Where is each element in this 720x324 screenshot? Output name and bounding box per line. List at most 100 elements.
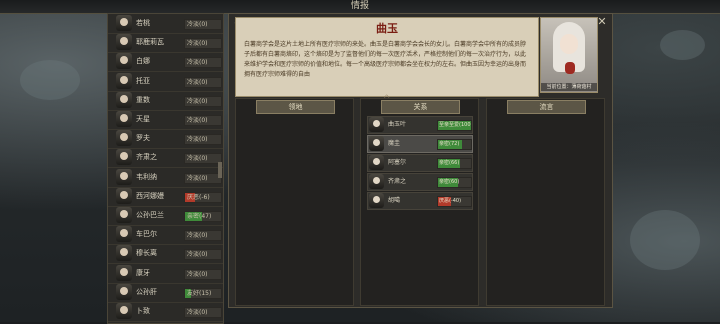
portrait-blood-mark	[565, 62, 575, 74]
relation-text: 冷淡(0)	[187, 155, 208, 163]
relation-text: 亲密(72)	[439, 141, 460, 147]
relation-text: 冷淡(0)	[187, 309, 208, 316]
relation-badge: 冷淡(0)	[184, 172, 222, 184]
character-list[interactable]: 若桃 冷淡(0) 耶鹿莉瓦 冷淡(0) 白娜 冷淡(0) 托亚 冷淡(0) 重数 冷淡(0) 天星冷…	[107, 13, 224, 324]
snow-patch	[660, 30, 705, 60]
avatar-face	[120, 229, 128, 238]
avatar-face	[373, 177, 380, 184]
character-name: 曲玉	[376, 22, 398, 35]
relation-badge: 冷淡(0)	[184, 230, 222, 242]
relation-text: 厌恶(-6)	[187, 193, 210, 201]
relation-badge: 冷淡(0)	[184, 153, 222, 165]
relation-text: 冷淡(0)	[187, 232, 208, 240]
list-item[interactable]: 托亚 冷淡(0)	[108, 72, 223, 92]
close-icon[interactable]: ✕	[596, 16, 608, 28]
snow-patch	[630, 210, 700, 270]
list-item[interactable]: 穆长离 冷淡(0)	[108, 244, 223, 265]
avatar-face	[120, 306, 128, 314]
list-item[interactable]: 若桃 冷淡(0)	[108, 14, 223, 34]
relation-name: 胡噶	[388, 197, 401, 204]
land-header[interactable]: 领地	[256, 100, 335, 114]
avatar	[116, 303, 132, 319]
relation-text: 友好(15)	[187, 289, 212, 297]
avatar-face	[120, 267, 128, 276]
avatar	[116, 168, 132, 185]
list-item-name: 公孙肝	[136, 287, 157, 296]
relation-text: 冷淡(0)	[187, 270, 208, 278]
snow-patch	[20, 60, 80, 100]
character-portrait: 当前位置：薄荷菇村	[540, 17, 598, 93]
list-item[interactable]: 公孙巴兰 亲密(47)	[108, 206, 223, 226]
window-title: 情报	[350, 1, 369, 11]
list-item[interactable]: 重数 冷淡(0)	[108, 91, 223, 111]
list-item[interactable]: 齐肃之 冷淡(0)	[108, 148, 223, 169]
list-item-name: 西河娜嫚	[136, 191, 164, 200]
relation-badge: 亲密(72)	[437, 139, 472, 150]
relation-text: 冷淡(0)	[187, 136, 208, 144]
avatar-face	[120, 210, 128, 218]
list-item-name: 白娜	[136, 57, 150, 66]
relation-badge: 冷淡(0)	[184, 134, 222, 146]
relations-header[interactable]: 关系	[381, 100, 460, 114]
relation-badge: 冷淡(0)	[184, 307, 222, 318]
relation-text: 冷淡(0)	[187, 78, 208, 86]
avatar	[116, 187, 132, 204]
avatar	[116, 207, 132, 223]
portrait-face	[560, 34, 578, 54]
relation-badge: 亲密(47)	[184, 211, 222, 222]
character-bio-card: 曲玉 白薯商学会是这片土地上所有医疗宗师的来处。曲玉是白薯商学会会长的女儿。白薯…	[235, 17, 539, 101]
list-item[interactable]: 白娜 冷淡(0)	[108, 52, 223, 73]
scrollbar-thumb[interactable]	[218, 162, 222, 178]
relation-row[interactable]: 阿塞尔 亲密(66)	[367, 154, 473, 172]
current-location: 当前位置：薄荷菇村	[541, 83, 597, 91]
relation-text: 冷淡(0)	[187, 59, 208, 67]
relation-name: 魔圭	[388, 140, 401, 147]
avatar-face	[373, 120, 380, 127]
list-item[interactable]: 罗夫 冷淡(0)	[108, 129, 223, 150]
avatar-face	[120, 56, 128, 65]
relation-row[interactable]: 齐肃之 亲密(60)	[367, 173, 473, 191]
list-item[interactable]: 康牙 冷淡(0)	[108, 264, 223, 284]
list-item-name: 穆长离	[136, 249, 157, 258]
relation-text: 亲密(66)	[439, 160, 460, 166]
avatar-face	[120, 18, 128, 26]
avatar-face	[120, 133, 128, 142]
relation-badge: 冷淡(0)	[184, 115, 222, 126]
list-item-name: 车巴尔	[136, 230, 157, 239]
list-item-name: 若桃	[136, 19, 150, 27]
avatar-face	[120, 248, 128, 257]
list-item[interactable]: 卜致 冷淡(0)	[108, 302, 223, 322]
list-item[interactable]: 天星 冷淡(0)	[108, 110, 223, 130]
list-item-name: 重数	[136, 95, 150, 104]
list-item[interactable]: 韦利纳 冷淡(0)	[108, 168, 223, 188]
relation-text: 亲密(47)	[187, 213, 212, 220]
relation-row[interactable]: 魔圭 亲密(72)	[367, 135, 473, 153]
relation-text: 冷淡(0)	[187, 21, 208, 28]
avatar	[369, 174, 384, 189]
list-item[interactable]: 西河娜嫚 厌恶(-6)	[108, 187, 223, 207]
avatar	[116, 91, 132, 108]
list-item-name: 托亚	[136, 76, 150, 85]
avatar-face	[373, 139, 380, 146]
rumors-header[interactable]: 流言	[507, 100, 586, 114]
relation-badge: 亲密(66)	[437, 158, 472, 169]
list-item[interactable]: 公孙肝 友好(15)	[108, 283, 223, 303]
list-item[interactable]: 车巴尔 冷淡(0)	[108, 225, 223, 246]
list-item[interactable]: 耶鹿莉瓦 冷淡(0)	[108, 33, 223, 54]
relation-badge: 厌恶(-6)	[184, 191, 222, 203]
relation-text: 厌恶(-40)	[439, 198, 462, 204]
relation-badge: 冷淡(0)	[184, 268, 222, 280]
relation-badge: 亲密(60)	[437, 177, 472, 188]
list-item-name: 卜致	[136, 307, 150, 315]
relation-badge: 冷淡(0)	[184, 57, 222, 69]
relation-row[interactable]: 曲玉叶 至亲至爱(100)	[367, 116, 473, 134]
avatar-face	[373, 158, 380, 165]
avatar	[116, 34, 132, 51]
relation-text: 至亲至爱(100)	[439, 122, 472, 128]
avatar	[116, 149, 132, 166]
list-item-name: 罗夫	[136, 134, 150, 143]
avatar-face	[120, 152, 128, 161]
relation-row[interactable]: 胡噶 厌恶(-40)	[367, 192, 473, 210]
avatar-face	[373, 196, 380, 203]
relation-text: 冷淡(0)	[187, 97, 208, 105]
